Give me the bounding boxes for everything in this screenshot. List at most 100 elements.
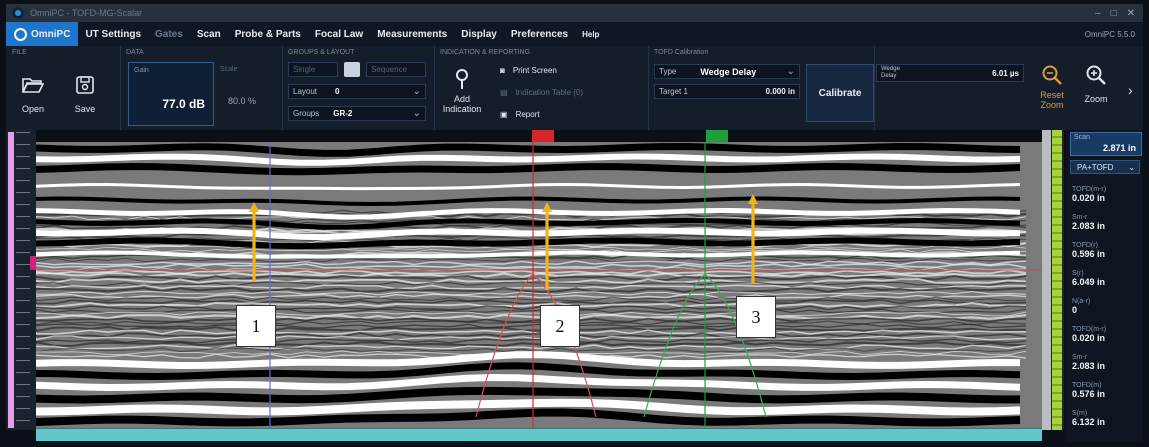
save-label: Save	[74, 104, 96, 114]
wedge-delay-label: Wedge Delay	[881, 66, 900, 79]
table-icon: ▤	[500, 88, 508, 97]
readout-label: TOFD(m-r)	[1072, 186, 1107, 193]
camera-icon: ◙	[500, 66, 505, 75]
readout-item[interactable]: Sm-r 2.083 in	[1072, 214, 1138, 231]
minimize-icon[interactable]: –	[1095, 8, 1101, 19]
reset-zoom-icon	[1039, 64, 1065, 86]
indication-table-button[interactable]: ▤ Indication Table (0)	[500, 88, 583, 97]
window-title: OmniPC - TOFD-MG-Scalar	[30, 8, 143, 18]
target-label: Target 1	[659, 87, 688, 96]
wedge-delay-field[interactable]: Wedge Delay 6.01 µs	[876, 64, 1024, 82]
readout-item[interactable]: TOFD(m) 0.576 in	[1072, 382, 1138, 399]
zoom-label: Zoom	[1084, 94, 1108, 104]
app-menu-label: OmniPC	[31, 28, 71, 40]
group-mode-select[interactable]: PA+TOFD	[1070, 160, 1140, 174]
tofd-group-label: TOFD Calibration	[654, 49, 709, 56]
readout-item[interactable]: TOFD(m-r) 0.020 in	[1072, 186, 1138, 203]
single-view-toggle[interactable]: Single	[288, 62, 338, 77]
group-mode-value: PA+TOFD	[1077, 162, 1114, 172]
menu-focal-law[interactable]: Focal Law	[308, 29, 370, 40]
readout-value: 0.020 in	[1072, 333, 1106, 343]
calibrate-button[interactable]: Calibrate	[806, 64, 874, 122]
open-label: Open	[21, 104, 45, 114]
version-label: OmniPC 5.5.0	[1084, 29, 1135, 39]
reset-zoom-label: Reset Zoom	[1040, 90, 1064, 110]
save-button[interactable]: Save	[72, 74, 98, 114]
scan-position-label: Scan	[1074, 134, 1090, 141]
add-indication-button[interactable]: Add Indication	[438, 68, 486, 114]
right-amplitude-ruler	[1042, 130, 1064, 430]
gain-value: 77.0 dB	[162, 97, 205, 111]
open-button[interactable]: Open	[20, 74, 46, 114]
gain-control[interactable]: Gain 77.0 dB	[128, 62, 214, 126]
menu-help[interactable]: Help	[575, 30, 606, 39]
scan-position-value: 2.871 in	[1102, 143, 1136, 153]
target-input[interactable]: Target 1 0.000 in	[654, 84, 800, 99]
measure-cursor-handle[interactable]	[706, 130, 728, 142]
menu-display[interactable]: Display	[454, 29, 504, 40]
tofd-bscan-view[interactable]	[36, 142, 1042, 428]
data-group-label: DATA	[126, 49, 144, 56]
menu-scan[interactable]: Scan	[190, 29, 228, 40]
layout-group-label: GROUPS & LAYOUT	[288, 49, 355, 56]
print-screen-label: Print Screen	[512, 66, 557, 75]
file-group-label: FILE	[12, 49, 27, 56]
menu-ut-settings[interactable]: UT Settings	[78, 29, 148, 40]
amplitude-grey-bar	[1042, 130, 1051, 430]
scale-label: Scale	[220, 66, 238, 73]
report-button[interactable]: ▣ Report	[500, 110, 540, 119]
menu-probe-parts[interactable]: Probe & Parts	[228, 29, 308, 40]
maximize-icon[interactable]: □	[1111, 8, 1117, 19]
readout-value: 2.083 in	[1072, 221, 1106, 231]
layout-select[interactable]: Layout 0	[288, 84, 426, 99]
readout-panel: Scan 2.871 in PA+TOFD TOFD(m-r)0.020 inS…	[1066, 130, 1143, 442]
calibration-type-label: Type	[659, 67, 677, 76]
menu-bar: OmniPC UT Settings Gates Scan Probe & Pa…	[6, 22, 1143, 46]
readout-label: N(a-r)	[1072, 298, 1091, 305]
readout-label: Sm-r	[1072, 354, 1088, 361]
sequence-toggle[interactable]: Sequence	[366, 62, 426, 77]
readout-label: S(r)	[1072, 270, 1084, 277]
readout-label: TOFD(m-r)	[1072, 326, 1107, 333]
readout-value: 2.083 in	[1072, 361, 1106, 371]
wedge-delay-value: 6.01 µs	[992, 68, 1019, 78]
readout-item[interactable]: N(a-r) 0	[1072, 298, 1138, 315]
calibration-type-value: Wedge Delay	[700, 66, 757, 77]
print-screen-button[interactable]: ◙ Print Screen	[500, 66, 557, 75]
readout-item[interactable]: Sm-r 2.083 in	[1072, 354, 1138, 371]
sequence-label: Sequence	[371, 65, 408, 74]
app-menu-button[interactable]: OmniPC	[6, 22, 79, 46]
target-value: 0.000 in	[765, 87, 795, 96]
close-icon[interactable]: ✕	[1127, 8, 1135, 19]
zoom-button[interactable]: Zoom	[1076, 64, 1116, 104]
window-controls: – □ ✕	[1095, 4, 1135, 22]
title-bar: OmniPC - TOFD-MG-Scalar – □ ✕	[6, 4, 1143, 22]
scan-axis-ruler	[36, 428, 1042, 441]
readout-item[interactable]: TOFD(m-r) 0.020 in	[1072, 326, 1138, 343]
menu-measurements[interactable]: Measurements	[370, 29, 454, 40]
indication-table-label: Indication Table (0)	[515, 88, 584, 97]
scan-position-readout[interactable]: Scan 2.871 in	[1070, 132, 1142, 156]
menu-preferences[interactable]: Preferences	[504, 29, 575, 40]
view-mode-icon[interactable]	[344, 62, 360, 77]
groups-select[interactable]: Groups GR-2	[288, 106, 426, 121]
groups-select-value: GR-2	[333, 109, 353, 118]
reference-cursor-handle[interactable]	[532, 130, 554, 142]
layout-select-label: Layout	[293, 87, 318, 96]
file-group: FILE Open Save	[6, 46, 121, 130]
add-indication-label: Add Indication	[442, 94, 482, 114]
indication-group-label: INDICATION & REPORTING	[440, 49, 530, 56]
readout-item[interactable]: S(m) 6.132 in	[1072, 410, 1138, 427]
scale-value[interactable]: 80.0 %	[228, 96, 256, 106]
calibration-type-select[interactable]: Type Wedge Delay	[654, 64, 800, 79]
ribbon-scroll-right-icon[interactable]: ›	[1128, 82, 1133, 98]
readout-item[interactable]: TOFD(r) 0.596 in	[1072, 242, 1138, 259]
menu-gates[interactable]: Gates	[148, 29, 190, 40]
readout-item[interactable]: S(r) 6.049 in	[1072, 270, 1138, 287]
layout-select-value: 0	[335, 87, 340, 96]
single-label: Single	[293, 65, 316, 74]
depth-color-bar	[8, 132, 14, 428]
save-disk-icon	[72, 74, 98, 96]
report-label: Report	[515, 110, 540, 119]
reset-zoom-button[interactable]: Reset Zoom	[1032, 64, 1072, 110]
